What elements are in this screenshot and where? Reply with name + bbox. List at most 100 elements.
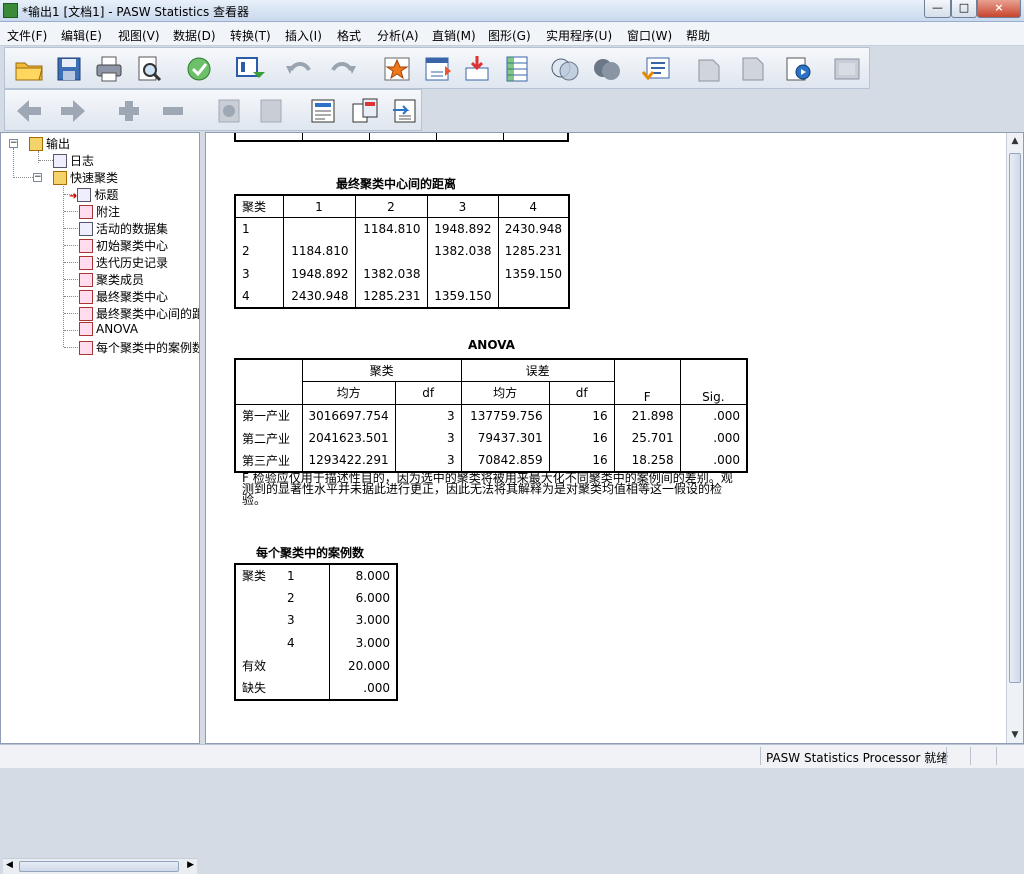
menu-utilities[interactable]: 实用程序(U) bbox=[546, 27, 612, 44]
tree-item-title[interactable]: ➜ 标题 bbox=[69, 186, 118, 202]
table-row: 缺失 .000 bbox=[235, 676, 397, 700]
anova-sub-ms2: 均方 bbox=[461, 381, 550, 405]
arrow-left-icon[interactable] bbox=[13, 96, 45, 126]
collapse-group-toggle[interactable]: − bbox=[33, 173, 42, 182]
tree-item-active-dataset[interactable]: 活动的数据集 bbox=[79, 220, 168, 236]
save-icon[interactable] bbox=[53, 54, 85, 84]
close-button[interactable]: × bbox=[977, 0, 1021, 18]
anova-footnote: F 检验应仅用于描述性目的，因为选中的聚类将被用来最大化不同聚类中的案例间的差别… bbox=[242, 471, 733, 507]
tree-item-center-distances[interactable]: 最终聚类中心间的距 bbox=[79, 305, 199, 321]
tree-item-final-centers[interactable]: 最终聚类中心 bbox=[79, 288, 168, 304]
table-row: 第一产业 3016697.754 3 137759.756 16 21.898 … bbox=[235, 404, 747, 427]
content-pane: 最终聚类中心间的距离 聚类 1 2 3 4 1 1184.810 1948.89… bbox=[205, 132, 1024, 744]
undo-icon[interactable] bbox=[283, 54, 315, 84]
redo-icon[interactable] bbox=[327, 54, 359, 84]
anova-group-cluster: 聚类 bbox=[302, 359, 462, 383]
goto-case-icon[interactable] bbox=[421, 54, 453, 84]
show-icon[interactable] bbox=[213, 96, 245, 126]
tree-item-iteration-history[interactable]: 迭代历史记录 bbox=[79, 254, 168, 270]
notes-icon[interactable] bbox=[737, 54, 769, 84]
arrow-right-icon[interactable] bbox=[57, 96, 89, 126]
insert-text-icon[interactable] bbox=[389, 96, 421, 126]
collapse-root-toggle[interactable]: − bbox=[9, 139, 18, 148]
anova-sub-df2: df bbox=[549, 381, 615, 405]
tree-item-anova[interactable]: ANOVA bbox=[79, 322, 138, 338]
use-variable-sets-icon[interactable] bbox=[549, 54, 581, 84]
expand-plus-icon[interactable] bbox=[113, 96, 145, 126]
arrow-right-icon: ➜ bbox=[69, 191, 78, 202]
table-doc-icon bbox=[79, 322, 93, 336]
open-folder-icon[interactable] bbox=[13, 54, 45, 84]
maximize-button[interactable]: □ bbox=[951, 0, 977, 18]
hide-icon[interactable] bbox=[255, 96, 287, 126]
outline-pane: − 输出 日志 − 快速聚类 ➜ 标题 附注 活动的数据集 初始聚类中心 迭代历史… bbox=[0, 132, 200, 874]
anova-header-sig: Sig. bbox=[680, 359, 747, 405]
menu-direct-marketing[interactable]: 直销(M) bbox=[432, 27, 476, 44]
window-title: *输出1 [文档1] - PASW Statistics 查看器 bbox=[22, 5, 250, 19]
tree-item-cluster-membership[interactable]: 聚类成员 bbox=[79, 271, 144, 287]
anova-header-f: F bbox=[614, 359, 681, 405]
anova-table[interactable]: 聚类 误差 F Sig. 均方 df 均方 df 第一产业 3016697.75… bbox=[234, 358, 748, 473]
anova-group-error: 误差 bbox=[461, 359, 615, 383]
table-doc-icon bbox=[79, 307, 93, 321]
insert-title-icon[interactable] bbox=[349, 96, 381, 126]
case-count-table[interactable]: 聚类 1 8.000 2 6.000 3 3.000 4 3.000 有效 20… bbox=[234, 563, 398, 701]
menu-bar: 文件(F) 编辑(E) 视图(V) 数据(D) 转换(T) 插入(I) 格式 分… bbox=[0, 22, 1024, 46]
menu-insert[interactable]: 插入(I) bbox=[285, 27, 322, 44]
menu-transform[interactable]: 转换(T) bbox=[230, 27, 271, 44]
table-row: 4 2430.948 1285.231 1359.150 bbox=[235, 285, 569, 308]
tree-item-log[interactable]: 日志 bbox=[53, 152, 94, 168]
content-vertical-scrollbar[interactable]: ▲ ▼ bbox=[1006, 133, 1023, 743]
goto-data-icon[interactable] bbox=[381, 54, 413, 84]
export-icon[interactable] bbox=[183, 54, 215, 84]
table-row: 3 1948.892 1382.038 1359.150 bbox=[235, 262, 569, 286]
scroll-right-icon[interactable]: ▶ bbox=[187, 860, 194, 870]
menu-graphs[interactable]: 图形(G) bbox=[488, 27, 531, 44]
designate-window-icon[interactable] bbox=[693, 54, 725, 84]
goto-variable-icon[interactable] bbox=[461, 54, 493, 84]
menu-analyze[interactable]: 分析(A) bbox=[377, 27, 419, 44]
scroll-thumb[interactable] bbox=[19, 861, 179, 872]
menu-data[interactable]: 数据(D) bbox=[173, 27, 216, 44]
menu-file[interactable]: 文件(F) bbox=[7, 27, 47, 44]
print-preview-icon[interactable] bbox=[133, 54, 165, 84]
menu-view[interactable]: 视图(V) bbox=[118, 27, 160, 44]
tree-item-initial-centers[interactable]: 初始聚类中心 bbox=[79, 237, 168, 253]
status-bar: PASW Statistics Processor 就绪 bbox=[0, 744, 1024, 768]
tree-item-quick-cluster[interactable]: 快速聚类 bbox=[53, 169, 118, 185]
scroll-left-icon[interactable]: ◀ bbox=[6, 860, 13, 870]
table-row: 第三产业 1293422.291 3 70842.859 16 18.258 .… bbox=[235, 449, 747, 472]
distance-header-4: 4 bbox=[498, 195, 569, 219]
output-book-icon bbox=[29, 137, 43, 151]
table-row: 聚类 1 8.000 bbox=[235, 564, 397, 587]
menu-edit[interactable]: 编辑(E) bbox=[61, 27, 102, 44]
anova-sub-ms1: 均方 bbox=[302, 381, 396, 405]
tree-root-output[interactable]: 输出 bbox=[29, 135, 70, 151]
scroll-up-icon[interactable]: ▲ bbox=[1007, 133, 1023, 149]
scroll-thumb[interactable] bbox=[1009, 153, 1021, 683]
collapse-minus-icon[interactable] bbox=[157, 96, 189, 126]
app-icon bbox=[3, 3, 18, 18]
recall-dialog-icon[interactable] bbox=[233, 54, 265, 84]
scroll-down-icon[interactable]: ▼ bbox=[1007, 727, 1023, 743]
show-all-variables-icon[interactable] bbox=[591, 54, 623, 84]
minimize-button[interactable]: — bbox=[924, 0, 951, 18]
menu-format[interactable]: 格式 bbox=[337, 27, 361, 44]
insert-heading-icon[interactable] bbox=[307, 96, 339, 126]
table-doc-icon bbox=[79, 256, 93, 270]
menu-window[interactable]: 窗口(W) bbox=[627, 27, 672, 44]
spell-check-icon[interactable] bbox=[641, 54, 673, 84]
fullscreen-icon[interactable] bbox=[831, 54, 863, 84]
main-toolbar bbox=[4, 47, 870, 89]
case-count-title: 每个聚类中的案例数 bbox=[256, 546, 365, 560]
print-icon[interactable] bbox=[93, 54, 125, 84]
variables-icon[interactable] bbox=[501, 54, 533, 84]
outline-horizontal-scrollbar[interactable]: ◀ ▶ bbox=[3, 858, 197, 874]
tree-item-notes[interactable]: 附注 bbox=[79, 203, 120, 219]
menu-help[interactable]: 帮助 bbox=[686, 27, 710, 44]
title-doc-icon bbox=[77, 188, 92, 202]
tree-item-case-counts[interactable]: 每个聚类中的案例数 bbox=[79, 339, 199, 355]
script-icon[interactable] bbox=[781, 54, 813, 84]
distance-table[interactable]: 聚类 1 2 3 4 1 1184.810 1948.892 2430.948 … bbox=[234, 194, 570, 309]
log-icon bbox=[53, 154, 67, 168]
